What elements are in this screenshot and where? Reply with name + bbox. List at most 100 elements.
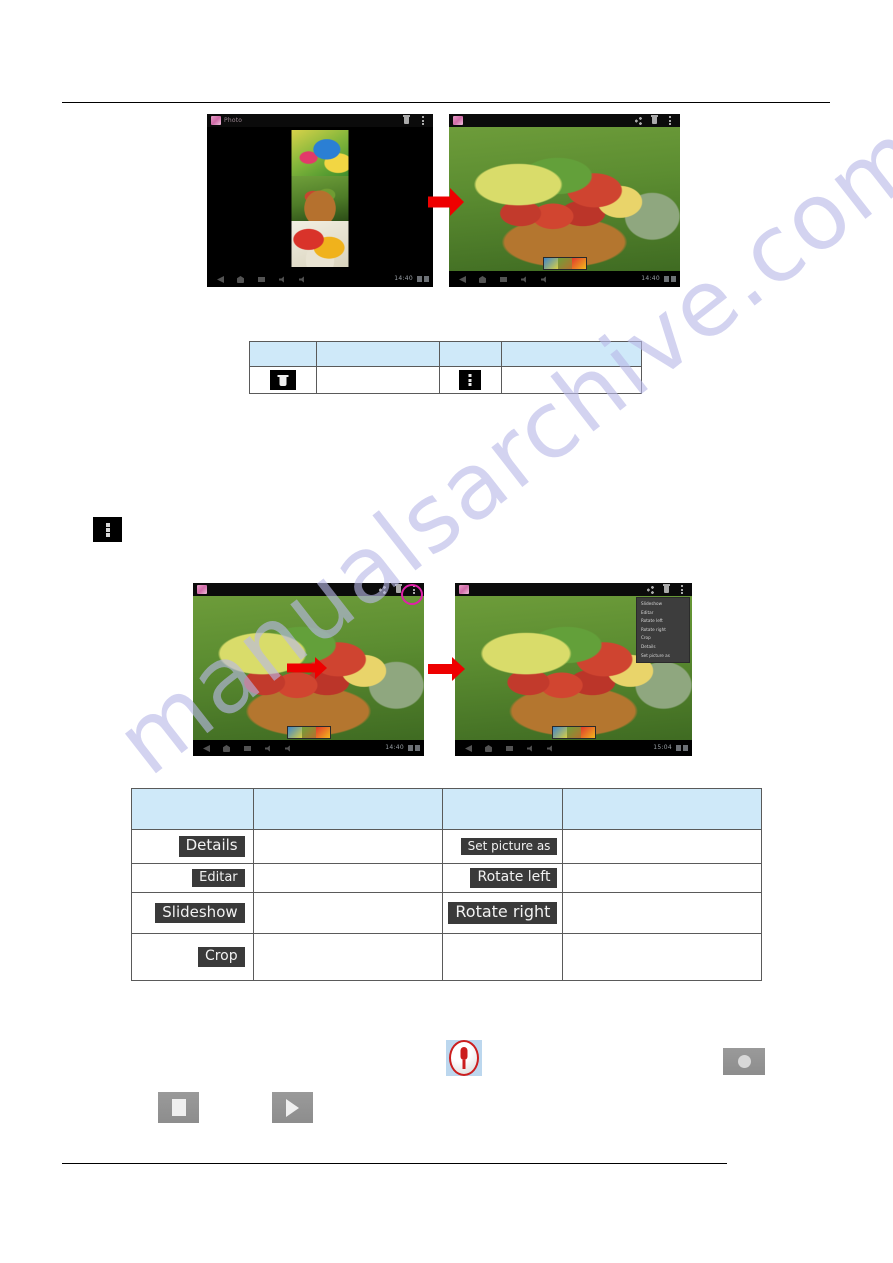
- table-header-row: [131, 788, 762, 830]
- header-cell-icon-1: [249, 341, 317, 367]
- share-icon[interactable]: [647, 586, 654, 594]
- recents-icon[interactable]: [500, 277, 507, 282]
- cell-crop-description: [252, 933, 444, 981]
- filmstrip-thumb-peppers[interactable]: [315, 727, 330, 738]
- clock: 14:40: [641, 275, 660, 282]
- thumbnail-grid: [291, 130, 349, 268]
- menu-options-table: Details Set picture as Editar Rotate lef…: [131, 788, 762, 981]
- volume-up-icon[interactable]: [541, 276, 546, 283]
- recents-icon[interactable]: [258, 277, 265, 282]
- home-icon[interactable]: [479, 276, 486, 283]
- cell-editar-description: [252, 863, 444, 893]
- filmstrip-thumb-butterfly[interactable]: [552, 727, 567, 738]
- back-icon[interactable]: [459, 276, 466, 283]
- status-bar: [193, 583, 424, 596]
- thumbnail-fruit-bowl[interactable]: [291, 175, 349, 222]
- filmstrip-thumb-peppers[interactable]: [571, 258, 586, 269]
- share-icon[interactable]: [379, 586, 386, 594]
- volume-down-icon[interactable]: [521, 276, 526, 283]
- navigation-bar: 14:40: [449, 271, 680, 287]
- home-icon[interactable]: [223, 745, 230, 752]
- chip-slideshow: Slideshow: [155, 902, 245, 924]
- share-icon[interactable]: [635, 117, 642, 125]
- home-icon[interactable]: [485, 745, 492, 752]
- menu-item-crop[interactable]: Crop: [637, 634, 689, 643]
- cell-overflow-icon: [438, 366, 503, 394]
- home-icon[interactable]: [237, 276, 244, 283]
- header-cell-desc-1: [252, 788, 444, 830]
- back-icon[interactable]: [203, 745, 210, 752]
- menu-item-editar[interactable]: Editar: [637, 609, 689, 618]
- volume-up-icon[interactable]: [547, 745, 552, 752]
- overflow-menu-icon[interactable]: [669, 116, 672, 125]
- header-cell-desc-2: [501, 341, 642, 367]
- cell-empty-description: [562, 933, 762, 981]
- chip-rotate-left: Rotate left: [470, 868, 558, 888]
- filmstrip-thumb-fruit-bowl[interactable]: [566, 727, 581, 738]
- cell-option-slideshow: Slideshow: [131, 892, 254, 934]
- filmstrip-thumb-butterfly[interactable]: [543, 258, 558, 269]
- wifi-icon: [676, 745, 681, 751]
- header-cell-option-2: [442, 788, 564, 830]
- clock: 14:40: [385, 744, 404, 751]
- back-icon[interactable]: [465, 745, 472, 752]
- delete-icon[interactable]: [663, 584, 670, 593]
- thumbnail-butterfly[interactable]: [291, 130, 349, 176]
- menu-item-set-picture-as[interactable]: Set picture as: [637, 652, 689, 661]
- overflow-menu-icon[interactable]: [681, 585, 684, 594]
- filmstrip-thumb-butterfly[interactable]: [287, 727, 302, 738]
- chip-editar: Editar: [192, 868, 245, 888]
- clock: 14:40: [394, 275, 413, 282]
- delete-icon[interactable]: [403, 115, 410, 124]
- menu-item-rotate-left[interactable]: Rotate left: [637, 617, 689, 626]
- tablet-screenshot-photo-with-menu: Slideshow Editar Rotate left Rotate righ…: [455, 583, 692, 756]
- cell-option-rotate-left: Rotate left: [442, 863, 564, 893]
- volume-down-icon[interactable]: [279, 276, 284, 283]
- photo-fruit-bowl[interactable]: [449, 127, 680, 271]
- cell-slideshow-description: [252, 892, 444, 934]
- volume-up-icon[interactable]: [299, 276, 304, 283]
- header-cell-option-1: [131, 788, 254, 830]
- red-right-arrow: [428, 188, 464, 216]
- photo-app-icon: [211, 116, 221, 125]
- volume-up-icon[interactable]: [285, 745, 290, 752]
- chip-set-picture-as: Set picture as: [460, 837, 558, 856]
- volume-down-icon[interactable]: [527, 745, 532, 752]
- back-icon[interactable]: [217, 276, 224, 283]
- overflow-dropdown-menu[interactable]: Slideshow Editar Rotate left Rotate righ…: [636, 597, 690, 664]
- record-button-icon: [723, 1048, 765, 1075]
- menu-item-details[interactable]: Details: [637, 643, 689, 652]
- navigation-bar: 14:40: [207, 271, 433, 287]
- cell-option-crop: Crop: [131, 933, 254, 981]
- wifi-icon: [664, 276, 669, 282]
- microphone-icon: [446, 1040, 482, 1076]
- cell-delete-icon: [249, 366, 317, 394]
- recents-icon[interactable]: [506, 746, 513, 751]
- filmstrip-thumb-fruit-bowl[interactable]: [557, 258, 572, 269]
- cell-empty-option: [442, 933, 564, 981]
- chip-details: Details: [178, 836, 245, 857]
- header-cell-desc-1: [315, 341, 440, 367]
- filmstrip[interactable]: [542, 257, 587, 270]
- navigation-bar: 15:04: [455, 740, 692, 756]
- overflow-menu-highlight-circle: [401, 584, 423, 605]
- clock: 15:04: [653, 744, 672, 751]
- delete-icon[interactable]: [651, 115, 658, 124]
- menu-item-slideshow[interactable]: Slideshow: [637, 600, 689, 609]
- thumbnail-peppers[interactable]: [291, 221, 349, 268]
- overflow-menu-icon[interactable]: [422, 116, 425, 125]
- filmstrip-thumb-peppers[interactable]: [580, 727, 595, 738]
- menu-item-rotate-right[interactable]: Rotate right: [637, 626, 689, 635]
- header-cell-icon-2: [438, 341, 503, 367]
- cell-option-set-picture-as: Set picture as: [442, 829, 564, 864]
- filmstrip[interactable]: [286, 726, 331, 739]
- wifi-icon: [408, 745, 413, 751]
- recents-icon[interactable]: [244, 746, 251, 751]
- volume-down-icon[interactable]: [265, 745, 270, 752]
- cell-delete-description: [315, 366, 440, 394]
- photo-app-icon: [453, 116, 463, 125]
- cell-rotate-left-description: [562, 863, 762, 893]
- filmstrip-thumb-fruit-bowl[interactable]: [301, 727, 316, 738]
- table-row: Details Set picture as: [131, 829, 762, 864]
- filmstrip[interactable]: [551, 726, 596, 739]
